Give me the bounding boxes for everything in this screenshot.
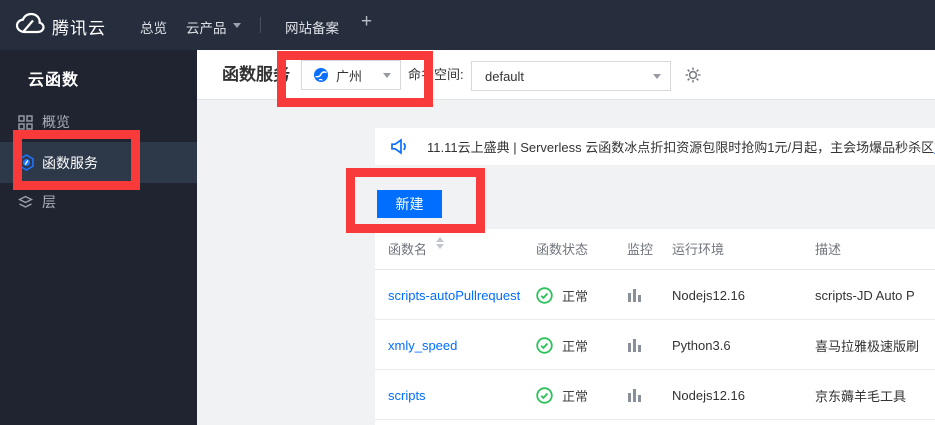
sidebar-item-overview[interactable]: 概览 [0, 104, 197, 140]
status-cell: 正常 [536, 270, 588, 320]
bar-chart-icon[interactable] [627, 320, 642, 370]
column-header-status: 函数状态 [536, 242, 589, 257]
table-row: xmly_speed 正常 Python3.6 喜马拉雅极速版刷 [375, 320, 935, 370]
tencent-cloud-console: 腾讯云 总览 云产品 网站备案 + 云函数 概览 函数服务 层 函数服务 广州 … [0, 0, 935, 425]
megaphone-icon [390, 138, 409, 155]
create-button[interactable]: 新建 [377, 190, 442, 218]
sidebar-item-functions[interactable]: 函数服务 [0, 142, 197, 183]
desc-cell: 京东薅羊毛工具 [815, 388, 907, 404]
desc-cell: 喜马拉雅极速版刷 [815, 338, 920, 354]
layers-icon [18, 195, 33, 210]
sidebar-item-label: 层 [42, 194, 56, 210]
tencent-cloud-logo-icon[interactable] [12, 12, 46, 43]
runtime-cell: Nodejs12.16 [672, 387, 745, 403]
desc-cell: scripts-JD Auto P [815, 287, 915, 303]
bar-chart-icon[interactable] [627, 370, 642, 420]
sidebar-title: 云函数 [28, 72, 80, 89]
region-value: 广州 [336, 68, 363, 84]
column-header-name: 函数名 [388, 229, 445, 270]
column-header-monitor: 监控 [627, 242, 654, 257]
sidebar-item-layers[interactable]: 层 [0, 183, 197, 221]
status-cell: 正常 [536, 320, 588, 370]
namespace-label: 命名空间: [408, 67, 464, 82]
nav-products[interactable]: 云产品 [186, 17, 241, 37]
chevron-down-icon [383, 73, 391, 82]
sidebar-item-label: 函数服务 [42, 154, 98, 171]
page-header: 函数服务 广州 命名空间: default [197, 50, 935, 100]
status-text: 正常 [562, 338, 589, 354]
bar-chart-icon[interactable] [627, 270, 642, 320]
banner-text: 11.11云上盛典 | Serverless 云函数冰点折扣资源包限时抢购1元/… [427, 140, 935, 155]
region-selector[interactable]: 广州 [301, 60, 401, 90]
nav-tab-beian[interactable]: 网站备案 [285, 17, 339, 37]
function-name-link[interactable]: scripts [388, 370, 426, 420]
status-text: 正常 [562, 288, 589, 304]
function-name-link[interactable]: scripts-autoPullrequest [388, 270, 520, 320]
nav-overview[interactable]: 总览 [140, 17, 167, 37]
check-circle-icon [536, 286, 553, 304]
column-header-desc: 描述 [815, 242, 842, 257]
sidebar-item-label: 概览 [42, 114, 70, 130]
scf-hexagon-icon [18, 154, 35, 171]
chevron-down-icon [653, 74, 661, 83]
add-tab-button[interactable]: + [361, 11, 372, 33]
namespace-value: default [485, 68, 525, 84]
page-title: 函数服务 [222, 65, 290, 84]
promo-banner: 11.11云上盛典 | Serverless 云函数冰点折扣资源包限时抢购1元/… [375, 128, 935, 165]
check-circle-icon [536, 336, 553, 354]
function-name-link[interactable]: xmly_speed [388, 320, 457, 370]
top-nav: 腾讯云 总览 云产品 网站备案 + [0, 0, 935, 50]
table-row: scripts-autoPullrequest 正常 Nodejs12.16 s… [375, 270, 935, 320]
namespace-selector[interactable]: default [471, 61, 671, 91]
grid-icon [18, 114, 33, 130]
column-header-runtime: 运行环境 [672, 242, 725, 257]
gear-icon[interactable] [684, 66, 702, 84]
nav-divider [260, 17, 261, 33]
table-header-row: 函数名 函数状态 监控 运行环境 描述 [375, 229, 935, 270]
table-row: scripts 正常 Nodejs12.16 京东薅羊毛工具 [375, 370, 935, 420]
globe-icon [313, 67, 329, 83]
sidebar: 云函数 概览 函数服务 层 [0, 50, 197, 425]
runtime-cell: Python3.6 [672, 337, 731, 353]
status-text: 正常 [562, 388, 589, 404]
brand-name[interactable]: 腾讯云 [52, 14, 106, 39]
functions-table: 函数名 函数状态 监控 运行环境 描述 scripts-autoPullrequ… [375, 229, 935, 425]
status-cell: 正常 [536, 370, 588, 420]
check-circle-icon [536, 386, 553, 404]
runtime-cell: Nodejs12.16 [672, 287, 745, 303]
sort-icon[interactable] [436, 233, 445, 253]
chevron-down-icon [232, 23, 241, 32]
